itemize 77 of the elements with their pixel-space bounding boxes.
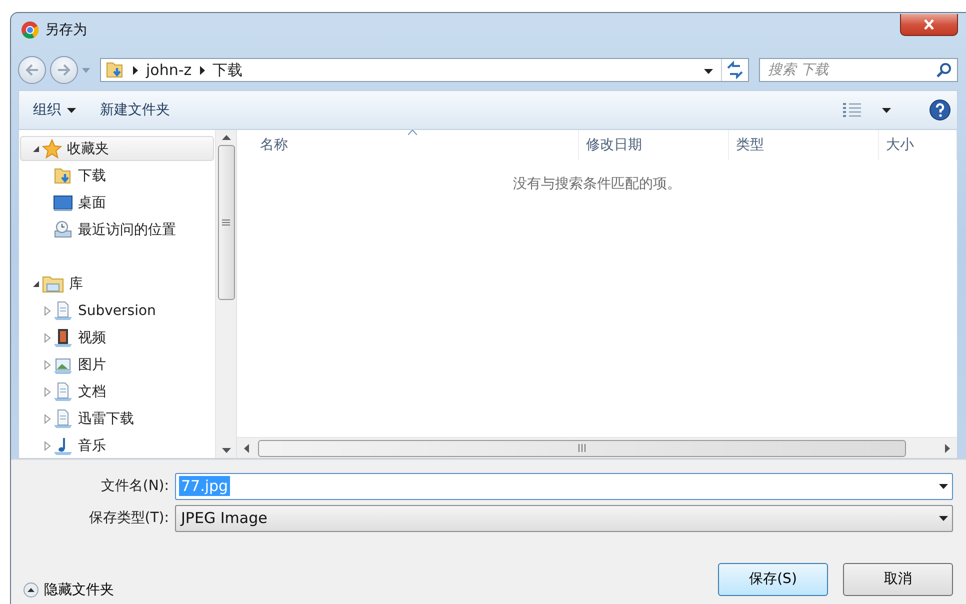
view-caret-icon — [882, 108, 891, 112]
view-options-icon[interactable] — [842, 102, 862, 118]
column-header[interactable]: 修改日期 — [579, 130, 729, 160]
vertical-scrollbar[interactable] — [215, 130, 236, 458]
expand-icon[interactable] — [44, 306, 50, 316]
forward-button[interactable] — [50, 56, 78, 84]
dialog-button[interactable]: 取消 — [843, 562, 953, 596]
library-icon — [42, 274, 64, 294]
document-library-icon — [53, 408, 73, 428]
sidebar-item[interactable]: Subversion — [20, 298, 214, 323]
expand-icon[interactable] — [44, 440, 50, 450]
window-title: 另存为 — [45, 21, 87, 39]
video-library-icon — [53, 328, 73, 348]
breadcrumb-arrow-icon[interactable] — [200, 66, 205, 74]
scroll-left-icon[interactable] — [244, 444, 249, 452]
sidebar-item[interactable]: 库 — [20, 271, 214, 296]
sidebar-item[interactable]: 迅雷下载 — [20, 406, 214, 431]
dropdown-caret-icon — [939, 516, 948, 520]
sidebar-item[interactable]: 最近访问的位置 — [20, 217, 214, 242]
grip-icon — [578, 444, 586, 452]
grip-icon — [222, 219, 230, 226]
breadcrumb[interactable]: john-z — [146, 61, 192, 79]
horizontal-scrollbar[interactable] — [237, 437, 957, 458]
field-label: 保存类型(T): — [88, 509, 170, 527]
scroll-right-icon[interactable] — [945, 444, 950, 452]
toolbar-button[interactable]: 新建文件夹 — [98, 97, 172, 123]
scroll-up-icon[interactable] — [222, 135, 230, 140]
desktop-icon — [53, 194, 73, 212]
sidebar-item[interactable]: 桌面 — [20, 190, 214, 215]
star-icon — [42, 138, 62, 158]
document-library-icon — [53, 300, 73, 320]
folder-download-icon — [53, 166, 73, 186]
toolbar-button[interactable]: 组织 — [31, 97, 78, 123]
back-arrow-icon — [25, 64, 39, 76]
sidebar-item[interactable]: 收藏夹 — [20, 136, 214, 161]
sidebar-item[interactable]: 图片 — [20, 352, 214, 377]
sidebar-item[interactable]: 音乐 — [20, 433, 214, 458]
sidebar-item[interactable]: 下载 — [20, 163, 214, 188]
search-icon[interactable] — [936, 62, 952, 78]
empty-message: 没有与搜索条件匹配的项。 — [513, 176, 681, 192]
forward-arrow-icon — [57, 64, 71, 76]
expand-icon[interactable] — [44, 332, 50, 342]
scroll-down-icon[interactable] — [222, 448, 230, 453]
address-dropdown-icon — [704, 69, 713, 74]
dropdown-caret-icon — [67, 108, 76, 112]
close-icon — [923, 19, 935, 30]
expand-icon[interactable] — [44, 360, 50, 370]
breadcrumb[interactable]: 下载 — [212, 60, 243, 80]
document-library-icon — [53, 382, 73, 402]
dropdown-caret-icon — [939, 484, 948, 488]
back-button[interactable] — [18, 56, 46, 84]
column-header[interactable]: 名称 — [237, 130, 579, 160]
collapse-icon[interactable] — [32, 144, 40, 152]
music-library-icon — [53, 436, 73, 456]
help-icon[interactable] — [929, 99, 951, 121]
collapse-icon — [23, 582, 39, 598]
expand-icon[interactable] — [44, 386, 50, 396]
sidebar-item[interactable]: 视频 — [20, 325, 214, 350]
expand-icon[interactable] — [44, 414, 50, 424]
address-bar[interactable]: john-z 下载 — [100, 58, 749, 82]
search-field[interactable]: 搜索 下载 — [759, 58, 958, 82]
file-type-select[interactable]: JPEG Image — [175, 504, 953, 532]
folder-download-icon — [105, 60, 125, 80]
dialog-button[interactable]: 保存(S) — [718, 562, 828, 596]
scroll-thumb[interactable] — [218, 145, 234, 300]
column-header[interactable]: 类型 — [729, 130, 879, 160]
breadcrumb-arrow-icon[interactable] — [133, 66, 138, 74]
hide-folders-button[interactable]: 隐藏文件夹 — [23, 581, 114, 599]
history-caret-icon[interactable] — [82, 68, 90, 72]
sidebar-item[interactable]: 文档 — [20, 379, 214, 404]
column-header[interactable]: 大小 — [879, 130, 957, 160]
scroll-thumb[interactable] — [258, 440, 906, 456]
app-icon — [21, 21, 39, 39]
close-button[interactable] — [900, 14, 958, 36]
field-label: 文件名(N): — [100, 477, 170, 495]
collapse-icon[interactable] — [32, 280, 40, 288]
recent-places-icon — [53, 220, 73, 240]
